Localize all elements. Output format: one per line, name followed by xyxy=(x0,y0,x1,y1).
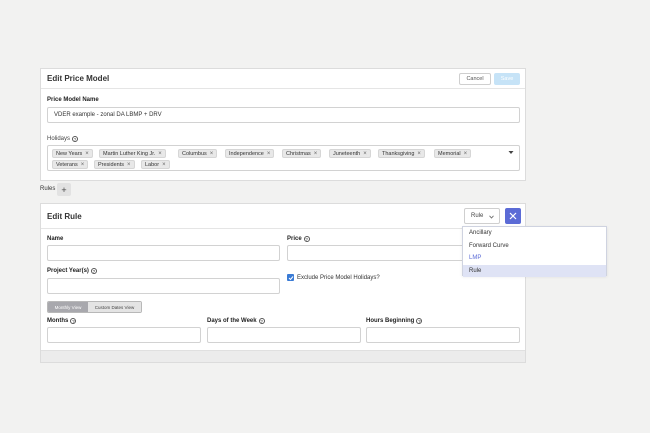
close-icon[interactable]: × xyxy=(81,162,85,168)
holiday-chip: Thanksgiving × xyxy=(378,149,425,158)
chevron-down-icon[interactable] xyxy=(508,150,514,155)
days-of-week-label-text: Days of the Week xyxy=(207,318,257,324)
edit-rule-panel: Edit Rule Rule Name Price ? Project Year… xyxy=(40,203,526,363)
holiday-chip-label: Christmas xyxy=(286,150,311,157)
help-icon[interactable]: ? xyxy=(90,268,97,274)
hours-beginning-label-text: Hours Beginning xyxy=(366,318,415,324)
help-icon[interactable]: ? xyxy=(303,236,310,242)
price-model-panel: Edit Price Model Cancel Save Price Model… xyxy=(40,68,526,181)
close-icon[interactable]: × xyxy=(314,151,318,157)
price-model-name-label: Price Model Name xyxy=(47,97,99,103)
rule-type-select[interactable]: Rule xyxy=(464,208,500,224)
menu-item-rule[interactable]: Rule xyxy=(463,264,606,277)
months-input[interactable] xyxy=(47,327,201,343)
holiday-chip: Christmas × xyxy=(282,149,322,158)
rule-type-menu: Ancillary Forward Curve LMP Rule xyxy=(462,226,607,277)
holiday-chip-label: Martin Luther King Jr. xyxy=(103,150,156,157)
holiday-chip: Columbus × xyxy=(178,149,218,158)
price-label-text: Price xyxy=(287,236,302,242)
exclude-holidays-label: Exclude Price Model Holidays? xyxy=(297,274,380,281)
rule-type-value: Rule xyxy=(471,213,484,219)
chevron-down-icon xyxy=(489,215,494,219)
close-icon xyxy=(509,212,517,220)
close-icon[interactable]: × xyxy=(363,151,367,157)
add-rule-button[interactable]: + xyxy=(57,183,71,196)
holiday-chip: Labor × xyxy=(141,160,170,169)
panel-footer xyxy=(41,350,525,362)
months-label-text: Months xyxy=(47,318,69,324)
holiday-chip-label: New Years xyxy=(56,150,83,157)
holiday-chip-label: Veterans xyxy=(56,161,78,168)
holiday-chip-label: Independence xyxy=(229,150,264,157)
help-icon[interactable]: ? xyxy=(416,318,423,324)
close-icon[interactable]: × xyxy=(417,151,421,157)
help-icon[interactable]: ? xyxy=(72,136,79,142)
tab-custom-dates-view[interactable]: Custom Dates View xyxy=(88,302,141,312)
cancel-button[interactable]: Cancel xyxy=(459,73,491,85)
price-model-name-value: VDER example - zonal DA LBMP + DRV xyxy=(54,112,162,118)
holidays-multiselect[interactable]: New Years × Martin Luther King Jr. × Colum… xyxy=(47,145,520,171)
close-icon[interactable]: × xyxy=(162,162,166,168)
edit-rule-title: Edit Rule xyxy=(47,211,82,221)
tab-monthly-view[interactable]: Monthly View xyxy=(48,302,88,312)
price-label: Price ? xyxy=(287,236,310,242)
close-icon[interactable]: × xyxy=(464,151,468,157)
holiday-chip-label: Presidents xyxy=(98,161,124,168)
menu-item-lmp[interactable]: LMP xyxy=(463,252,606,265)
close-icon[interactable]: × xyxy=(85,151,89,157)
price-model-title: Edit Price Model xyxy=(47,74,110,83)
close-rule-button[interactable] xyxy=(505,208,521,224)
close-icon[interactable]: × xyxy=(158,151,162,157)
holiday-chip-label: Thanksgiving xyxy=(382,150,415,157)
price-model-header: Edit Price Model Cancel Save xyxy=(41,69,525,89)
menu-item-forward-curve[interactable]: Forward Curve xyxy=(463,240,606,253)
help-icon[interactable]: ? xyxy=(258,318,265,324)
project-years-label: Project Year(s) ? xyxy=(47,268,97,274)
menu-item-ancillary[interactable]: Ancillary xyxy=(463,227,606,240)
holiday-chip: Veterans × xyxy=(52,160,89,169)
holidays-label-text: Holidays xyxy=(47,136,71,142)
name-input[interactable] xyxy=(47,245,280,261)
holiday-chip-label: Labor xyxy=(145,161,160,168)
project-years-input[interactable] xyxy=(47,278,280,294)
close-icon[interactable]: × xyxy=(127,162,131,168)
holiday-chip: Presidents × xyxy=(94,160,135,169)
hours-beginning-label: Hours Beginning ? xyxy=(366,318,423,324)
hours-beginning-input[interactable] xyxy=(366,327,520,343)
holiday-chip-label: Juneteenth xyxy=(333,150,361,157)
edit-rule-header: Edit Rule Rule xyxy=(41,204,525,229)
holiday-chip-label: Memorial xyxy=(438,150,461,157)
close-icon[interactable]: × xyxy=(267,151,271,157)
holiday-chip-label: Columbus xyxy=(182,150,207,157)
checkmark-icon xyxy=(288,275,293,280)
exclude-holidays-row: Exclude Price Model Holidays? xyxy=(287,274,380,281)
exclude-holidays-checkbox[interactable] xyxy=(287,274,294,281)
rules-label: Rules xyxy=(40,186,56,192)
days-of-week-input[interactable] xyxy=(207,327,361,343)
holiday-chip: New Years × xyxy=(52,149,93,158)
project-years-label-text: Project Year(s) xyxy=(47,268,89,274)
days-of-week-label: Days of the Week ? xyxy=(207,318,265,324)
holidays-label: Holidays ? xyxy=(47,136,79,142)
holiday-chip: Independence × xyxy=(225,149,275,158)
help-icon[interactable]: ? xyxy=(70,318,77,324)
months-label: Months ? xyxy=(47,318,77,324)
price-model-name-input[interactable]: VDER example - zonal DA LBMP + DRV xyxy=(47,107,520,123)
save-button[interactable]: Save xyxy=(494,73,520,85)
close-icon[interactable]: × xyxy=(210,151,214,157)
name-label: Name xyxy=(47,236,64,242)
holiday-chip: Memorial × xyxy=(434,149,472,158)
view-toggle: Monthly View Custom Dates View xyxy=(47,301,142,313)
holiday-chip: Martin Luther King Jr. × xyxy=(99,149,166,158)
holiday-chip: Juneteenth × xyxy=(329,149,371,158)
